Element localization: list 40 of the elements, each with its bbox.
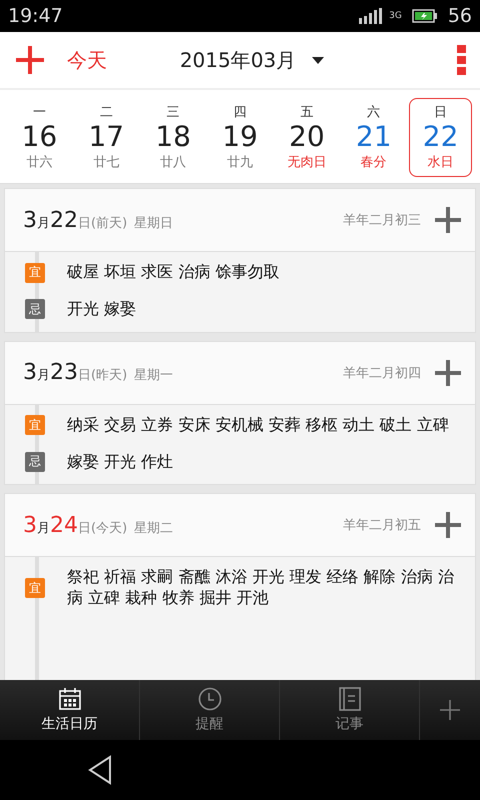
week-day[interactable]: 日 22 水日 xyxy=(409,98,472,178)
almanac-badge: 忌 xyxy=(25,452,45,472)
notebook-icon xyxy=(338,687,360,711)
week-day[interactable]: 四 19 廿九 xyxy=(208,98,272,178)
almanac-text: 祭祀 祈福 求嗣 斋醮 沐浴 开光 理发 经络 解除 治病 治病 立碑 栽种 牧养 掘井 开池 xyxy=(67,567,455,609)
almanac-text: 破屋 坏垣 求医 治病 馀事勿取 xyxy=(67,262,280,283)
clock-icon xyxy=(198,687,222,711)
back-icon[interactable] xyxy=(88,755,112,785)
date-heading: 3月 24 日(今天) 星期二 xyxy=(23,512,174,538)
add-icon[interactable] xyxy=(440,700,460,720)
add-icon[interactable] xyxy=(435,512,461,538)
almanac-text: 嫁娶 开光 作灶 xyxy=(67,452,174,472)
almanac-text: 开光 嫁娶 xyxy=(67,298,136,320)
date-heading: 3月 22 日(前天) 星期日 xyxy=(23,208,174,233)
week-day[interactable]: 六 21 春分 xyxy=(342,98,406,178)
almanac-badge: 忌 xyxy=(25,299,45,320)
almanac-badge: 宜 xyxy=(25,578,45,598)
week-day[interactable]: 三 18 廿八 xyxy=(142,98,205,178)
menu-icon[interactable] xyxy=(457,45,466,75)
almanac-badge: 宜 xyxy=(25,415,45,436)
week-day[interactable]: 二 17 廿七 xyxy=(74,98,138,178)
today-button[interactable]: 今天 xyxy=(67,46,107,74)
lunar-date: 羊年二月初五 xyxy=(343,517,421,534)
battery-icon xyxy=(412,8,438,24)
dropdown-icon[interactable] xyxy=(312,56,324,64)
add-icon[interactable] xyxy=(435,207,461,234)
add-icon[interactable] xyxy=(435,360,461,386)
almanac-text: 纳采 交易 立券 安床 安机械 安葬 移柩 动土 破土 立碑 xyxy=(67,414,449,436)
add-icon[interactable] xyxy=(15,45,45,75)
almanac-badge: 宜 xyxy=(25,262,45,283)
network-type: 3G xyxy=(389,11,402,21)
battery-level: 56 xyxy=(448,5,472,27)
lunar-date: 羊年二月初四 xyxy=(343,364,421,382)
lunar-date: 羊年二月初三 xyxy=(343,212,421,230)
calendar-icon xyxy=(58,687,82,711)
date-heading: 3月 23 日(昨天) 星期一 xyxy=(23,360,174,386)
status-time: 19:47 xyxy=(8,5,63,27)
week-day[interactable]: 一 16 廿六 xyxy=(8,98,71,178)
week-day[interactable]: 五 20 无肉日 xyxy=(275,98,338,178)
month-title[interactable]: 2015年03月 xyxy=(180,46,296,74)
